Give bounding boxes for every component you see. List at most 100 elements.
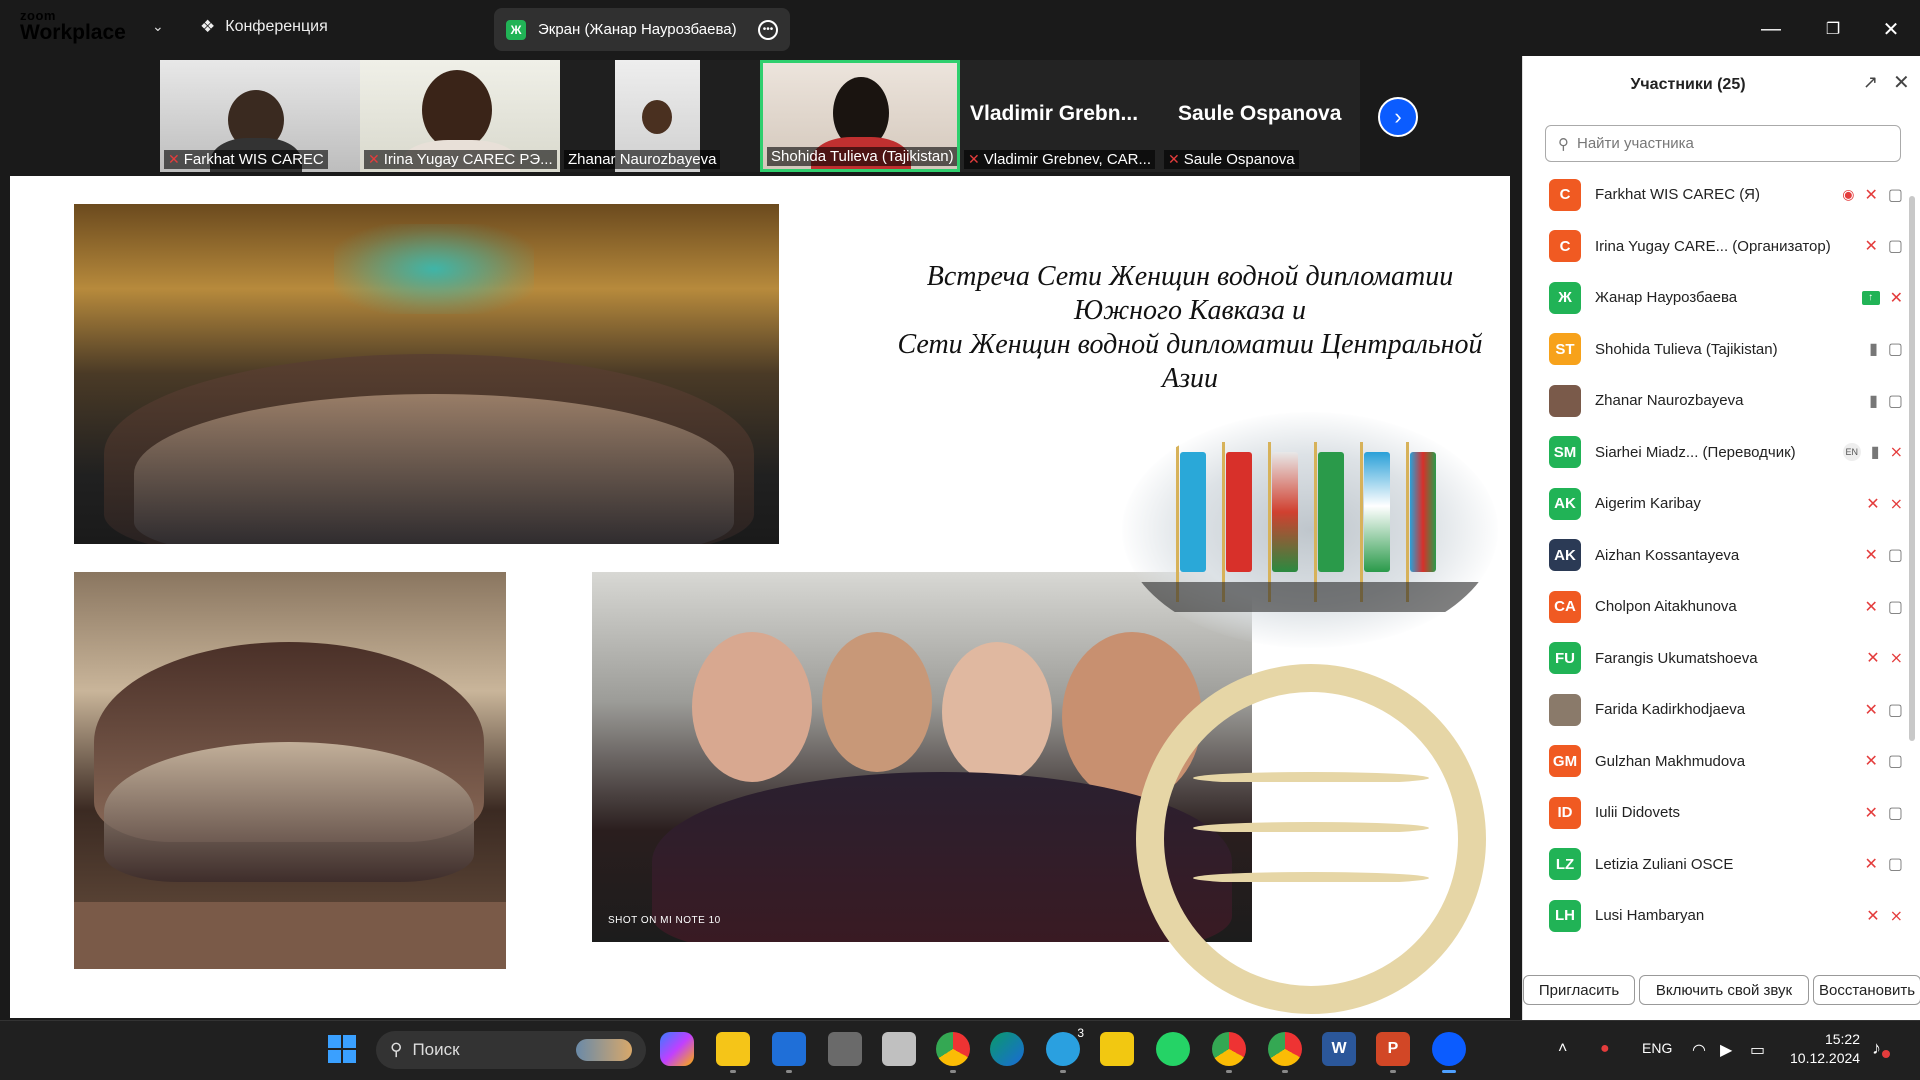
camera-icon[interactable]: ▢ [1888,391,1903,411]
mic-icon[interactable]: ▮ [1871,442,1880,462]
word-icon[interactable]: W [1322,1032,1356,1066]
powerpoint-icon[interactable]: P [1376,1032,1410,1066]
chrome-profile-f-icon[interactable] [1268,1032,1302,1066]
camera-off-icon[interactable]: ⨯ [1890,494,1903,514]
camera-icon[interactable]: ▢ [1888,185,1903,205]
participant-row[interactable]: FU Farangis Ukumatshoeva ✕ ⨯ [1523,633,1907,684]
participant-row[interactable]: C Farkhat WIS CAREC (Я) ◉ ✕ ▢ [1523,169,1907,220]
notification-bell-icon[interactable]: ♪ [1872,1038,1890,1059]
participant-row[interactable]: GM Gulzhan Makhmudova ✕ ▢ [1523,736,1907,787]
participant-row[interactable]: LZ Letizia Zuliani OSCE ✕ ▢ [1523,839,1907,890]
close-panel-icon[interactable]: ✕ [1893,70,1910,95]
more-options-icon[interactable]: ••• [758,19,778,40]
snipping-tool-icon[interactable] [882,1032,916,1066]
camera-icon[interactable]: ▢ [1888,700,1903,720]
screen-share-icon: ↑ [1861,290,1880,305]
participant-list-scrollbar[interactable] [1909,196,1915,741]
store-icon[interactable] [772,1032,806,1066]
camera-icon[interactable]: ▢ [1888,854,1903,874]
participant-row[interactable]: AK Aizhan Kossantayeva ✕ ▢ [1523,530,1907,581]
minimize-icon[interactable]: — [1756,14,1786,44]
mic-icon[interactable]: ▮ [1869,391,1878,411]
system-clock[interactable]: 15:22 10.12.2024 [1790,1030,1860,1068]
screen-share-indicator[interactable]: Ж Экран (Жанар Наурозбаева) ••• [494,8,790,51]
mic-off-icon[interactable]: ✕ [1866,906,1879,926]
chrome-icon[interactable] [936,1032,970,1066]
restore-icon[interactable]: ❐ [1818,14,1848,44]
mic-off-icon[interactable]: ✕ [1864,597,1877,617]
thumbnail-2[interactable]: Zhanar Naurozbayeva [560,60,760,172]
next-page-arrow-icon[interactable]: › [1378,97,1418,137]
zoom-logo[interactable]: zoom Workplace [20,9,126,43]
participant-row[interactable]: ST Shohida Tulieva (Tajikistan) ▮ ▢ [1523,324,1907,375]
tray-chevron-up-icon[interactable]: ˄ [1558,1040,1567,1058]
power-bi-icon[interactable] [1100,1032,1134,1066]
participant-row[interactable]: SM Siarhei Miadz... (Переводчик) EN ▮ ⨯ [1523,427,1907,478]
participant-name: Irina Yugay CARE... (Организатор) [1595,237,1831,255]
camera-off-icon[interactable]: ⨯ [1890,442,1903,462]
edge-icon[interactable] [990,1032,1024,1066]
copilot-icon[interactable] [660,1032,694,1066]
camera-icon[interactable]: ▢ [1888,339,1903,359]
telegram-icon[interactable]: 3 [1046,1026,1084,1066]
invite-button[interactable]: Пригласить [1523,975,1635,1005]
participant-search-input[interactable] [1577,135,1877,152]
chevron-down-icon[interactable]: ⌄ [152,18,164,35]
participant-search[interactable]: ⚲ [1545,125,1901,162]
participant-row[interactable]: C Irina Yugay CARE... (Организатор) ✕ ▢ [1523,221,1907,272]
participant-row[interactable]: AK Aigerim Karibay ✕ ⨯ [1523,478,1907,529]
mic-off-icon[interactable]: ✕ [1890,288,1903,308]
camera-icon[interactable]: ▢ [1888,751,1903,771]
restore-button[interactable]: Восстановить [1813,975,1920,1005]
participant-avatar: C [1549,230,1581,262]
mic-off-icon[interactable]: ✕ [1864,185,1877,205]
participant-row[interactable]: Farida Kadirkhodjaeva ✕ ▢ [1523,684,1907,735]
battery-icon[interactable]: ▭ [1750,1040,1765,1060]
conference-button[interactable]: ❖ Конференция [200,17,328,37]
calculator-icon[interactable] [828,1032,862,1066]
camera-icon[interactable]: ▢ [1888,803,1903,823]
thumbnail-4[interactable]: Vladimir Grebn... ✕ Vladimir Grebnev, CAR… [960,60,1160,172]
mic-icon[interactable]: ▮ [1869,339,1878,359]
language-indicator[interactable]: ENG [1642,1040,1672,1056]
taskbar-search[interactable]: ⚲ Поиск [376,1031,646,1069]
camera-off-icon[interactable]: ⨯ [1890,648,1903,668]
thumbnail-5[interactable]: Saule Ospanova ✕ Saule Ospanova [1160,60,1360,172]
camera-icon[interactable]: ▢ [1888,236,1903,256]
mic-off-icon[interactable]: ✕ [1864,700,1877,720]
mic-off-icon[interactable]: ✕ [1864,545,1877,565]
microphone-icon[interactable]: ● [1600,1040,1610,1058]
thumbnail-3-active-speaker[interactable]: Shohida Tulieva (Tajikistan) [760,60,960,172]
mic-off-icon[interactable]: ✕ [1864,236,1877,256]
chrome-profile-w-icon[interactable] [1212,1032,1246,1066]
camera-icon[interactable]: ▢ [1888,597,1903,617]
participant-row[interactable]: Ж Жанар Наурозбаева ↑ ✕ [1523,272,1907,323]
volume-icon[interactable]: ▶ [1720,1040,1732,1060]
pop-out-icon[interactable]: ↗ [1863,72,1878,93]
camera-off-icon[interactable]: ⨯ [1890,906,1903,926]
wifi-icon[interactable]: ◠ [1692,1040,1706,1060]
participant-row[interactable]: CA Cholpon Aitakhunova ✕ ▢ [1523,581,1907,632]
camera-icon[interactable]: ▢ [1888,545,1903,565]
search-icon: ⚲ [390,1040,403,1059]
participant-status-icons: ✕ ▢ [1864,803,1903,823]
participant-row[interactable]: LH Lusi Hambaryan ✕ ⨯ [1523,890,1907,941]
unmute-self-button[interactable]: Включить свой звук [1639,975,1809,1005]
thumbnail-0[interactable]: ✕ Farkhat WIS CAREC [160,60,360,172]
people-icon: ❖ [200,17,216,36]
windows-start-icon[interactable] [328,1035,356,1063]
zoom-taskbar-icon[interactable] [1432,1032,1466,1066]
participant-row[interactable]: Zhanar Naurozbayeva ▮ ▢ [1523,375,1907,426]
participant-row[interactable]: ID Iulii Didovets ✕ ▢ [1523,787,1907,838]
thumbnail-1[interactable]: ✕ Irina Yugay CAREC РЭ... [360,60,560,172]
mic-off-icon[interactable]: ✕ [1864,751,1877,771]
mic-off-icon[interactable]: ✕ [1866,494,1879,514]
mic-off-icon[interactable]: ✕ [1866,648,1879,668]
close-icon[interactable]: ✕ [1876,14,1906,44]
whatsapp-icon[interactable] [1156,1032,1190,1066]
participant-status-icons: ✕ ▢ [1864,545,1903,565]
mic-off-icon[interactable]: ✕ [1864,803,1877,823]
file-explorer-icon[interactable] [716,1032,750,1066]
mic-off-icon[interactable]: ✕ [1864,854,1877,874]
sharer-avatar: Ж [506,19,526,40]
